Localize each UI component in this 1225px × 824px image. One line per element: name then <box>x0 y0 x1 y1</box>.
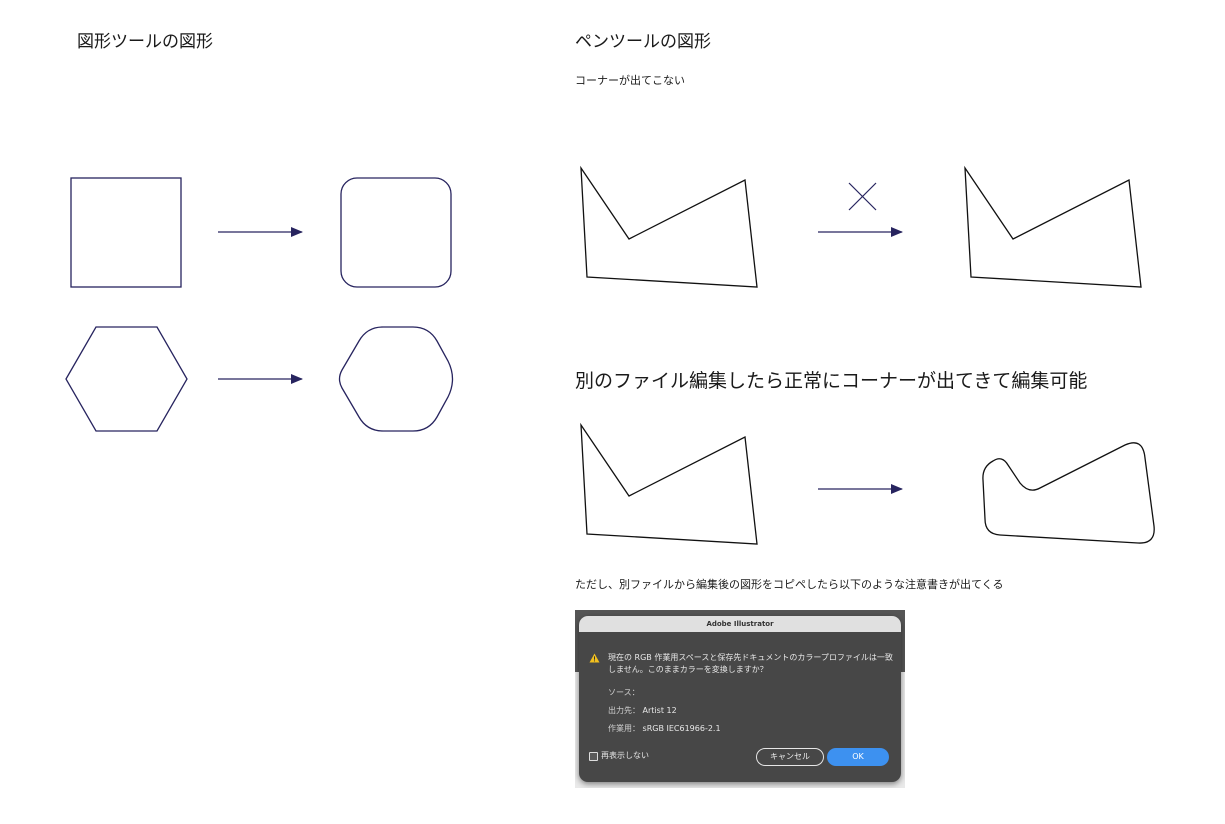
rounded-square-shape <box>340 177 452 288</box>
dont-show-again-checkbox[interactable] <box>589 751 598 761</box>
color-profile-dialog: Adobe Illustrator 現在の RGB 作業用スペースと保存先ドキュ… <box>579 616 901 782</box>
square-shape <box>70 177 182 288</box>
pen-shape-unchanged <box>964 165 1142 288</box>
destination-row: 出力先： Artist 12 <box>608 705 677 717</box>
warning-icon <box>589 653 600 663</box>
pen-shape-rounded <box>982 442 1155 544</box>
dialog-message: 現在の RGB 作業用スペースと保存先ドキュメントのカラープロファイルは一致しま… <box>608 653 893 674</box>
cross-mark <box>848 182 877 211</box>
working-value: sRGB IEC61966-2.1 <box>642 724 721 733</box>
dont-show-again-label: 再表示しない <box>601 751 649 760</box>
hexagon-shape <box>65 326 188 432</box>
source-label: ソース： <box>608 688 640 697</box>
source-row: ソース： <box>608 687 640 699</box>
rounded-hexagon-shape <box>338 326 454 432</box>
cancel-button[interactable]: キャンセル <box>756 748 824 766</box>
dialog-title: Adobe Illustrator <box>579 616 901 632</box>
working-label: 作業用： <box>608 724 640 733</box>
ok-button[interactable]: OK <box>827 748 889 766</box>
dialog-screenshot: Adobe Illustrator 現在の RGB 作業用スペースと保存先ドキュ… <box>575 610 905 788</box>
pen-shape-original <box>580 165 758 288</box>
destination-value: Artist 12 <box>642 706 677 715</box>
working-row: 作業用： sRGB IEC61966-2.1 <box>608 723 721 735</box>
dont-show-again[interactable]: 再表示しない <box>589 750 649 762</box>
pen-shape-before-edit <box>580 422 758 545</box>
destination-label: 出力先： <box>608 706 640 715</box>
